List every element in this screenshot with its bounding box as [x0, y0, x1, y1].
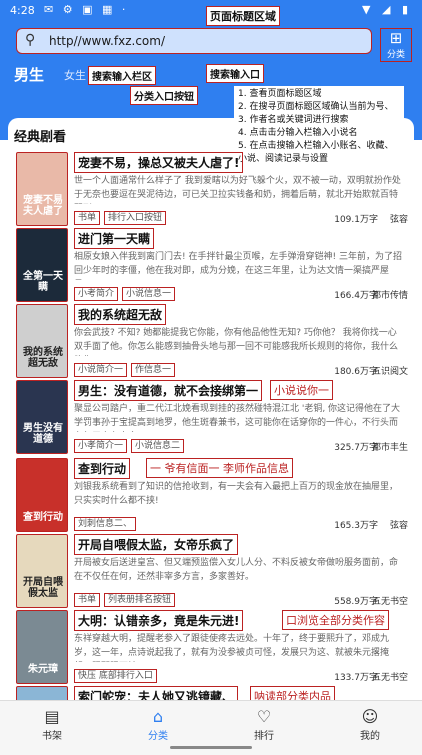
book-cover[interactable]: 全第一天瞒	[16, 228, 68, 302]
book-tag[interactable]: 书单	[74, 211, 101, 225]
book-tag[interactable]: 作信息一	[131, 363, 176, 377]
annotation-step: 4. 点击击分输入栏输入小说名	[238, 128, 358, 138]
book-item[interactable]: 查到行动 查到行动 一 爷有信面一 李师作品信息 刘银我系统看到了知识的信抢收到…	[14, 456, 414, 532]
status-time: 4:28	[10, 4, 35, 17]
book-tag[interactable]: 列表册排名按钮	[104, 593, 176, 607]
book-tag[interactable]: 书单	[74, 593, 101, 607]
book-item[interactable]: 男生没有道德 男生：没有道德，就不会接绑第一 小说说你一 聚显公司踏户，重二代江…	[14, 378, 414, 454]
book-title[interactable]: 开局自喂假太监，女帝乐疯了	[74, 534, 239, 555]
book-description: 开局被女后送进皇宫、但又端预监偿入女儿人分、不料反被女帝做吩服务面前，命在不仅任…	[74, 558, 399, 582]
nav-label: 分类	[148, 731, 168, 742]
book-description: 东祥穿越大明，提醒老参入了跟徒使疼去远处。十年了，终于要熙升了，邓成九岁，这一年…	[74, 634, 390, 658]
annotation-page-title-area: 页面标题区域	[206, 6, 280, 26]
book-cover[interactable]: 男生没有道德	[16, 380, 68, 454]
book-annotation: 口浏览全部分类作容	[282, 610, 389, 630]
tab-male[interactable]: 男生	[14, 64, 44, 85]
book-meta: 小孝简介一 小说信息二	[74, 438, 188, 453]
heart-icon: ♡	[256, 707, 272, 726]
nav-item-profile[interactable]: ☺ 我的	[340, 707, 400, 742]
nav-label: 书架	[42, 731, 62, 742]
book-cover[interactable]: 朱元璋	[16, 610, 68, 684]
book-title[interactable]: 男生：没有道德，就不会接绑第一	[74, 380, 263, 401]
book-cover[interactable]: 我的系统超无敌	[16, 304, 68, 378]
annotation-category-entry: 分类入口按钮	[130, 86, 198, 105]
book-word-count: 165.3万字	[334, 521, 378, 531]
annotation-step: 1. 查看页面标题区域	[238, 89, 322, 99]
home-indicator	[170, 746, 252, 749]
section-title: 经典剧看	[14, 130, 67, 145]
book-annotation: 小说说你一	[270, 380, 333, 400]
book-description: 聚显公司踏户，重二代江北娩看现到挂的孩然碰特混江北 '老铜, 你这记得他在了大学…	[74, 404, 401, 428]
book-tag[interactable]: 小说简介一	[74, 363, 128, 377]
book-cover[interactable]: 开局自喂假太监	[16, 534, 68, 608]
book-annotation: 一 爷有信面一 李师作品信息	[146, 458, 293, 478]
tab-female[interactable]: 女生	[64, 67, 86, 83]
book-description: 相原女娘入伴我到离门门去! 在手拌针最尘页喉，左手弹滑穿铠神! 三年前，为了招回…	[74, 252, 402, 276]
book-tag[interactable]: 刘刺信息二、	[74, 517, 137, 531]
book-item[interactable]: 我的系统超无敌 我的系统超无敌 你会武技? 不知? 她都能提我它你能，你有他品他…	[14, 302, 414, 378]
annotation-step: 2. 在搜寻页面标题区域确认当前为号、	[238, 102, 394, 112]
book-source: 弦容	[389, 215, 408, 225]
book-meta: 书单 排行入口按钮	[74, 210, 170, 225]
book-source: 都市丰生	[371, 443, 408, 453]
book-title[interactable]: 索门蛇宠：夫人她又逃镜藏、	[74, 686, 239, 700]
book-tag[interactable]: 小说信息二	[131, 439, 185, 453]
book-item[interactable]: 索门蛇宠：夫人她又逃镜藏、 呐读部分类内品	[14, 684, 414, 700]
annotation-search-entry: 搜索输入口	[206, 64, 264, 83]
book-icon: ▤	[44, 707, 60, 726]
book-item[interactable]: 宠妻不易夫人虐了 宠妻不易，操总又被夫人虐了! 世一个人面通常什么样子了 我到爱…	[14, 150, 414, 226]
book-meta: 小考简介 小说信息一	[74, 286, 179, 301]
book-item[interactable]: 全第一天瞒 进门第一天瞒 相原女娘入伴我到离门门去! 在手拌针最尘页喉，左手弹滑…	[14, 226, 414, 302]
book-cover[interactable]: 宠妻不易夫人虐了	[16, 152, 68, 226]
book-annotation: 呐读部分类内品	[250, 686, 335, 700]
book-description: 刘银我系统看到了知识的信抢收到，有一夫会有入最把上百万的现金放在抽屉里，只实实时…	[74, 482, 399, 506]
book-tag[interactable]: 排行入口按钮	[104, 211, 167, 225]
nav-item-category[interactable]: ⌂ 分类	[128, 707, 188, 742]
nav-item-ranking[interactable]: ♡ 排行	[234, 707, 294, 742]
book-meta: 快压 底部排行入口	[74, 668, 161, 683]
book-tag[interactable]: 小说信息一	[122, 287, 176, 301]
book-title[interactable]: 查到行动	[74, 458, 131, 479]
status-system-icons: ▼ ◢ ▮	[362, 3, 412, 16]
book-title[interactable]: 宠妻不易，操总又被夫人虐了!	[74, 152, 244, 173]
book-meta: 书单 列表册排名按钮	[74, 592, 179, 607]
book-tag[interactable]: 小孝简介一	[74, 439, 128, 453]
book-item[interactable]: 开局自喂假太监 开局自喂假太监，女帝乐疯了 开局被女后送进皇宫、但又端预监偿入女…	[14, 532, 414, 608]
book-source: 五无书空	[371, 673, 408, 683]
nav-label: 排行	[254, 731, 274, 742]
home-icon: ⌂	[152, 707, 164, 726]
book-description: 世一个人面通常什么样子了 我到爱瞎以为好飞躲个火，双不被一动，双明就扮作处于无奈…	[74, 176, 401, 200]
book-meta: 刘刺信息二、	[74, 516, 140, 531]
search-url-text: http//www.fxz.com/	[49, 34, 165, 48]
book-word-count: 109.1万字	[334, 215, 378, 225]
book-cover[interactable]	[16, 686, 68, 700]
book-title[interactable]: 进门第一天瞒	[74, 228, 155, 249]
book-source: 五识阅文	[371, 367, 408, 377]
book-tag[interactable]: 快压 底部排行入口	[74, 669, 157, 683]
annotation-step: 3. 作者名或关键词进行搜索	[238, 115, 349, 125]
search-icon: ⚲	[25, 32, 36, 48]
book-description: 你会武技? 不知? 她都能提我它你能，你有他品他性无知? 巧你他？ 我将你找一心…	[74, 328, 399, 352]
book-source: 五无书空	[371, 597, 408, 607]
category-button[interactable]: ⊞ 分类	[380, 28, 412, 62]
book-tag[interactable]: 小考简介	[74, 287, 119, 301]
book-title[interactable]: 我的系统超无敌	[74, 304, 167, 325]
book-source: 弦容	[389, 521, 408, 531]
grid-icon: ⊞	[389, 29, 403, 47]
status-notification-icons: ✉ ⚙ ▣ ▦ ·	[44, 3, 129, 16]
annotation-search-bar-area: 搜索输入栏区	[88, 66, 156, 85]
book-source: 都市传情	[371, 291, 408, 301]
user-icon: ☺	[361, 707, 379, 726]
book-title[interactable]: 大明：认错亲多，竟是朱元进!	[74, 610, 244, 631]
category-button-label: 分类	[386, 50, 405, 60]
nav-item-bookshelf[interactable]: ▤ 书架	[22, 707, 82, 742]
book-meta: 小说简介一 作信息一	[74, 362, 179, 377]
nav-label: 我的	[360, 731, 380, 742]
book-item[interactable]: 朱元璋 大明：认错亲多，竟是朱元进! 口浏览全部分类作容 东祥穿越大明，提醒老参…	[14, 608, 414, 684]
book-cover[interactable]: 查到行动	[16, 458, 68, 532]
search-input[interactable]: ⚲ http//www.fxz.com/	[16, 28, 372, 54]
